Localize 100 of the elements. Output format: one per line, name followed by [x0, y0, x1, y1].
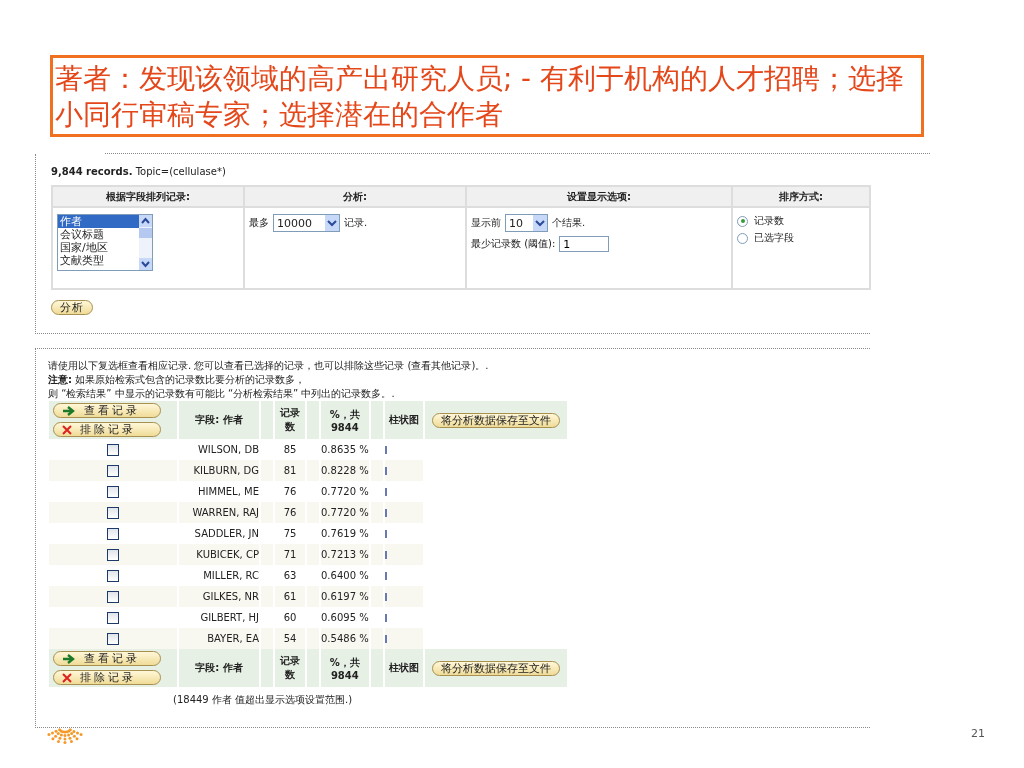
threshold-input[interactable]: 1: [559, 236, 610, 252]
bar-mark: [384, 593, 387, 601]
table-cell: 76: [283, 507, 297, 518]
column-header: 字段: 作者: [195, 662, 243, 673]
table-cell: 0.7619 %: [321, 528, 369, 539]
exclude-records-button[interactable]: 排除记录: [53, 670, 161, 685]
table-cell: 0.6197 %: [321, 591, 369, 602]
column-header: %，共 9844: [328, 407, 361, 433]
arrow-right-icon: [62, 653, 76, 664]
note-text: 请使用以下复选框查看相应记录. 您可以查看已选择的记录，也可以排除这些记录 (查看其他记录)。.: [48, 359, 490, 373]
radio-button[interactable]: [737, 215, 748, 227]
table-cell: WARREN, RAJ: [192, 507, 259, 518]
table-cell: 63: [283, 570, 297, 581]
chevron-down-icon: [325, 215, 339, 231]
results-dropdown[interactable]: 10: [505, 214, 548, 232]
bar-mark: [384, 635, 387, 643]
checkbox[interactable]: [107, 486, 119, 498]
exclude-records-button[interactable]: 排除记录: [53, 422, 161, 437]
label: 个结果.: [552, 216, 586, 230]
bar-mark: [384, 446, 387, 454]
slide-title: 著者：发现该领域的高产出研究人员; - 有利于机构的人才招聘；选择小同行审稿专家；选择潜在的合作者: [50, 55, 924, 137]
table-cell: KUBICEK, CP: [196, 549, 259, 560]
checkbox[interactable]: [107, 570, 119, 582]
table-cell: 0.8635 %: [321, 444, 369, 455]
bar-mark: [384, 467, 387, 475]
checkbox[interactable]: [107, 528, 119, 540]
note-text: 注意: 如果原始检索式包含的记录数比要分析的记录数多，: [48, 373, 307, 387]
column-header: 分析:: [343, 190, 367, 202]
checkbox[interactable]: [107, 507, 119, 519]
table-cell: HIMMEL, ME: [198, 486, 259, 497]
records-dropdown[interactable]: 10000: [273, 214, 340, 232]
radio-button[interactable]: [737, 232, 748, 244]
bar-mark: [384, 509, 387, 517]
bar-mark: [384, 530, 387, 538]
checkbox[interactable]: [107, 549, 119, 561]
table-cell: 0.6095 %: [321, 612, 369, 623]
close-icon: [62, 672, 72, 683]
list-item[interactable]: 国家/地区: [58, 241, 139, 254]
table-cell: 0.6400 %: [321, 570, 369, 581]
checkbox[interactable]: [107, 612, 119, 624]
table-cell: 0.7720 %: [321, 507, 369, 518]
table-cell: 61: [283, 591, 297, 602]
chevron-down-icon[interactable]: [139, 258, 152, 270]
checkbox[interactable]: [107, 465, 119, 477]
table-cell: 76: [283, 486, 297, 497]
checkbox[interactable]: [107, 633, 119, 645]
chevron-down-icon: [533, 215, 547, 231]
radio-label: 已选字段: [754, 231, 794, 245]
scrollbar[interactable]: [139, 215, 152, 270]
column-header: 排序方式:: [779, 190, 823, 202]
bar-mark: [384, 572, 387, 580]
page-number: 21: [971, 726, 985, 740]
table-cell: 0.7720 %: [321, 486, 369, 497]
column-header: 记录数: [279, 406, 301, 434]
table-cell: 85: [283, 444, 297, 455]
view-records-button[interactable]: 查看记录: [53, 403, 161, 418]
table-cell: 0.8228 %: [321, 465, 369, 476]
checkbox[interactable]: [107, 444, 119, 456]
table-cell: KILBURN, DG: [193, 465, 259, 476]
column-header: 柱状图: [388, 414, 419, 425]
column-header: 设置显示选项:: [567, 190, 631, 202]
table-cell: 81: [283, 465, 297, 476]
records-summary: 9,844 records. Topic=(cellulase*): [51, 166, 227, 177]
list-item[interactable]: 文献类型: [58, 254, 139, 267]
chevron-up-icon[interactable]: [139, 215, 152, 227]
table-cell: GILKES, NR: [202, 591, 259, 602]
list-item[interactable]: 作者: [58, 215, 139, 228]
checkbox[interactable]: [107, 591, 119, 603]
view-records-button[interactable]: 查看记录: [53, 651, 161, 666]
list-item[interactable]: 会议标题: [58, 228, 139, 241]
table-cell: WILSON, DB: [197, 444, 259, 455]
table-cell: BAYER, EA: [207, 633, 259, 644]
table-cell: 60: [283, 612, 297, 623]
scrollbar-thumb[interactable]: [139, 228, 152, 238]
sunburst-logo: [45, 728, 85, 746]
field-listbox[interactable]: 作者 会议标题 国家/地区 文献类型: [57, 214, 153, 271]
table-cell: 75: [283, 528, 297, 539]
column-header: 根据字段排列记录:: [106, 190, 190, 202]
bar-mark: [384, 488, 387, 496]
bar-mark: [384, 614, 387, 622]
column-header: 柱状图: [388, 662, 419, 673]
table-cell: 54: [283, 633, 297, 644]
label: 记录.: [344, 216, 368, 230]
footnote: (18449 作者 值超出显示选项设置范围.): [173, 693, 354, 707]
label: 显示前: [471, 216, 501, 230]
table-cell: SADDLER, JN: [194, 528, 259, 539]
radio-label: 记录数: [754, 214, 784, 228]
table-cell: 0.7213 %: [321, 549, 369, 560]
close-icon: [62, 424, 72, 435]
table-cell: GILBERT, HJ: [200, 612, 259, 623]
table-cell: 71: [283, 549, 297, 560]
note-text: 则 “检索结果” 中显示的记录数有可能比 “分析检索结果” 中列出的记录数多。.: [48, 387, 396, 401]
save-to-file-button[interactable]: 将分析数据保存至文件: [431, 412, 560, 428]
table-cell: 0.5486 %: [321, 633, 369, 644]
column-header: 记录数: [279, 654, 301, 682]
save-to-file-button[interactable]: 将分析数据保存至文件: [431, 660, 560, 676]
label: 最多: [249, 216, 269, 230]
analyze-button[interactable]: 分析: [51, 300, 93, 315]
column-header: %，共 9844: [328, 655, 361, 681]
label: 最少记录数 (阈值):: [471, 237, 556, 251]
